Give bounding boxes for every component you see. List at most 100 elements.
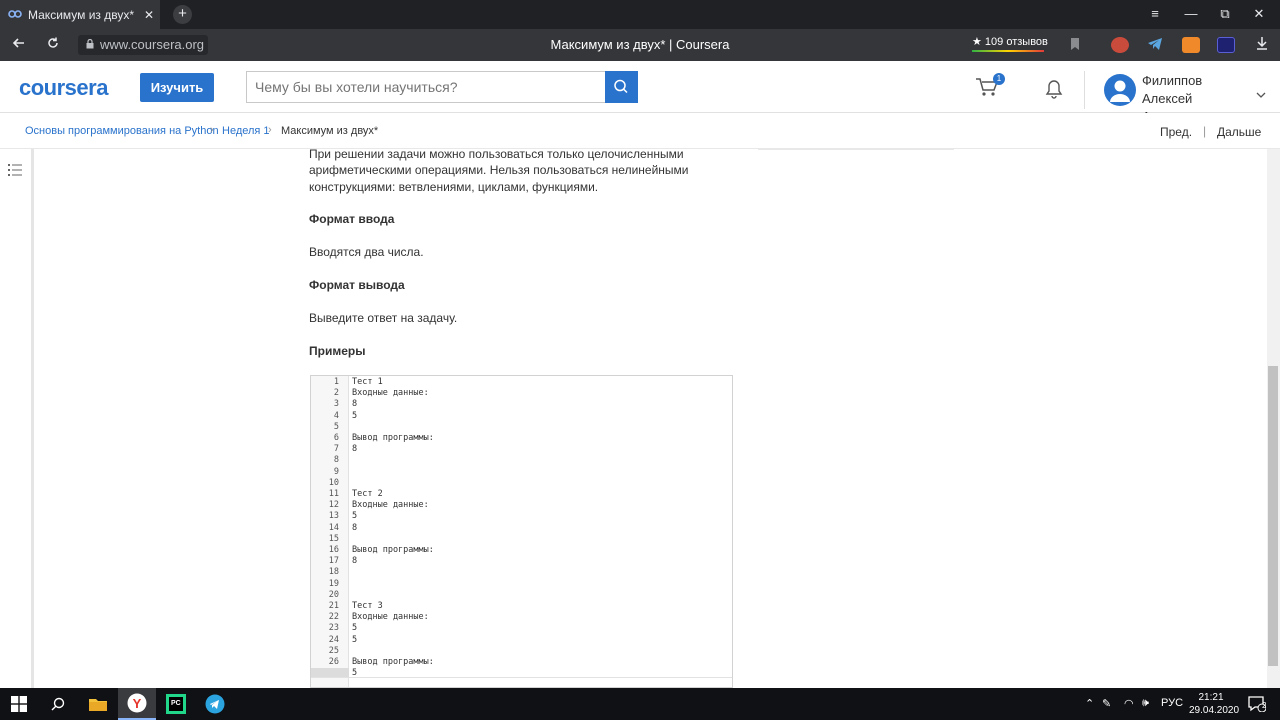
yandex-browser-icon[interactable]: Y bbox=[118, 688, 156, 720]
breadcrumb-course[interactable]: Основы программирования на Python bbox=[25, 125, 219, 137]
coursera-header: coursera Изучить Чему бы вы хотели научи… bbox=[0, 61, 1280, 124]
line-number: 2 bbox=[333, 388, 339, 399]
code-line: Тест 3 bbox=[352, 601, 383, 611]
language-indicator[interactable]: РУС bbox=[1161, 697, 1183, 709]
code-line: Тест 2 bbox=[352, 489, 383, 499]
chevron-up-icon[interactable]: ⌃ bbox=[1085, 697, 1094, 710]
breadcrumb-separator-icon: › bbox=[210, 124, 214, 136]
url-field[interactable]: www.coursera.org bbox=[78, 35, 208, 55]
volume-icon[interactable]: 🕪 bbox=[1142, 697, 1149, 710]
new-tab-button[interactable]: + bbox=[173, 5, 192, 24]
breadcrumb-separator-icon: › bbox=[268, 124, 272, 136]
tab-close-icon[interactable]: ✕ bbox=[144, 8, 154, 22]
line-number: 13 bbox=[328, 511, 339, 522]
line-number: 26 bbox=[328, 657, 339, 667]
code-line: 5 bbox=[352, 623, 358, 634]
line-number: 14 bbox=[328, 522, 339, 533]
line-number: 15 bbox=[328, 533, 339, 544]
code-line: 8 bbox=[352, 399, 358, 410]
browser-tab[interactable]: Максимум из двух* | Co ✕ bbox=[0, 0, 160, 29]
close-window-icon[interactable]: ✕ bbox=[1249, 6, 1269, 22]
reviews-badge[interactable]: ★ 109 отзывов bbox=[972, 35, 1048, 52]
output-format-heading: Формат вывода bbox=[309, 278, 405, 292]
code-line: Вывод программы: bbox=[352, 545, 434, 555]
breadcrumb-week[interactable]: Неделя 1 bbox=[222, 125, 270, 137]
line-number: 20 bbox=[328, 589, 339, 600]
intro-line: конструкциями: ветвлениями, циклами, фун… bbox=[309, 180, 599, 194]
code-line: Вывод программы: bbox=[352, 433, 434, 443]
search-icon bbox=[614, 79, 628, 94]
line-number-gutter: 1 2 3 4 5 6 7 8 9 10 11 12 13 14 15 16 17 18 19 20 21 22 23 24 2… bbox=[311, 376, 349, 687]
line-number: 18 bbox=[328, 567, 339, 578]
next-link[interactable]: Дальше bbox=[1217, 125, 1261, 139]
user-avatar-icon[interactable] bbox=[1104, 74, 1136, 106]
line-number: 6 bbox=[333, 433, 339, 443]
coursera-logo[interactable]: coursera bbox=[19, 75, 108, 101]
extension-icon[interactable] bbox=[1217, 37, 1235, 53]
line-number: 1 bbox=[333, 377, 339, 387]
line-number: 10 bbox=[328, 477, 339, 488]
minimize-icon[interactable]: — bbox=[1181, 6, 1201, 21]
clock[interactable]: 21:21 29.04.2020 bbox=[1189, 691, 1239, 717]
tab-title: Максимум из двух* | Co bbox=[28, 7, 138, 22]
code-line: 8 bbox=[352, 522, 358, 533]
line-number: 23 bbox=[328, 623, 339, 634]
search-button[interactable] bbox=[605, 71, 638, 103]
nav-separator: | bbox=[1203, 124, 1207, 138]
input-method-icon[interactable]: ✎ bbox=[1102, 697, 1111, 710]
extension-avatar-icon[interactable] bbox=[1111, 37, 1129, 53]
pycharm-icon[interactable]: PC bbox=[157, 688, 195, 720]
input-format-heading: Формат ввода bbox=[309, 212, 395, 226]
line-number: 22 bbox=[328, 612, 339, 623]
code-line: 5 bbox=[352, 410, 358, 421]
telegram-extension-icon[interactable] bbox=[1147, 37, 1165, 53]
list-icon[interactable] bbox=[8, 163, 22, 181]
code-line: 5 bbox=[352, 634, 358, 645]
line-number: 25 bbox=[328, 645, 339, 656]
code-line: Входные данные: bbox=[352, 500, 429, 511]
line-number: 17 bbox=[328, 556, 339, 567]
chevron-down-icon[interactable] bbox=[1256, 85, 1266, 103]
svg-text:PC: PC bbox=[171, 700, 181, 707]
header-divider bbox=[1084, 71, 1085, 109]
whatsapp-extension-icon[interactable] bbox=[1182, 37, 1200, 53]
line-number: 21 bbox=[328, 601, 339, 611]
bell-icon[interactable] bbox=[1044, 79, 1064, 104]
back-arrow-icon[interactable] bbox=[9, 36, 29, 54]
file-explorer-icon[interactable] bbox=[79, 688, 117, 720]
windows-start-icon[interactable] bbox=[0, 688, 38, 720]
intro-line: арифметическими операциями. Нельзя польз… bbox=[309, 163, 689, 177]
code-line: Входные данные: bbox=[352, 388, 429, 399]
address-bar: www.coursera.org Максимум из двух* | Cou… bbox=[0, 29, 1280, 61]
browser-menu-icon[interactable]: ≡ bbox=[1145, 6, 1165, 21]
taskbar-search-icon[interactable] bbox=[39, 688, 77, 720]
lock-icon bbox=[86, 35, 94, 55]
prev-link[interactable]: Пред. bbox=[1160, 125, 1192, 139]
notification-icon[interactable]: 2 bbox=[1240, 688, 1274, 720]
line-number: 12 bbox=[328, 500, 339, 511]
line-number: 5 bbox=[333, 421, 339, 432]
rating-bar bbox=[972, 50, 1044, 52]
bookmark-icon[interactable] bbox=[1069, 37, 1087, 53]
wifi-icon[interactable]: ◠ bbox=[1124, 697, 1134, 710]
output-format-text: Выведите ответ на задачу. bbox=[309, 311, 458, 325]
restore-icon[interactable]: ⧉ bbox=[1215, 6, 1235, 22]
cart-count-badge: 1 bbox=[993, 73, 1005, 85]
svg-text:Y: Y bbox=[133, 696, 142, 711]
download-icon[interactable] bbox=[1252, 36, 1272, 54]
reload-icon[interactable] bbox=[43, 36, 63, 54]
page-title: Максимум из двух* | Coursera bbox=[550, 37, 730, 52]
code-editor[interactable]: 1 2 3 4 5 6 7 8 9 10 11 12 13 14 15 16 17 18 19 20 21 22 23 24 2… bbox=[310, 375, 733, 688]
breadcrumb: Основы программирования на Python › Неде… bbox=[0, 113, 1280, 149]
browser-tab-bar: Максимум из двух* | Co ✕ + ≡ — ⧉ ✕ bbox=[0, 0, 1280, 29]
line-number: 24 bbox=[328, 634, 339, 645]
examples-heading: Примеры bbox=[309, 344, 366, 358]
line-number: 3 bbox=[333, 399, 339, 410]
explore-button[interactable]: Изучить bbox=[140, 73, 214, 102]
line-number: 8 bbox=[333, 455, 339, 466]
scrollbar-thumb[interactable] bbox=[1268, 366, 1278, 666]
telegram-icon[interactable] bbox=[196, 688, 234, 720]
line-number: 19 bbox=[328, 578, 339, 589]
search-input[interactable]: Чему бы вы хотели научиться? bbox=[246, 71, 606, 103]
code-editor-bottom-border bbox=[311, 677, 732, 678]
